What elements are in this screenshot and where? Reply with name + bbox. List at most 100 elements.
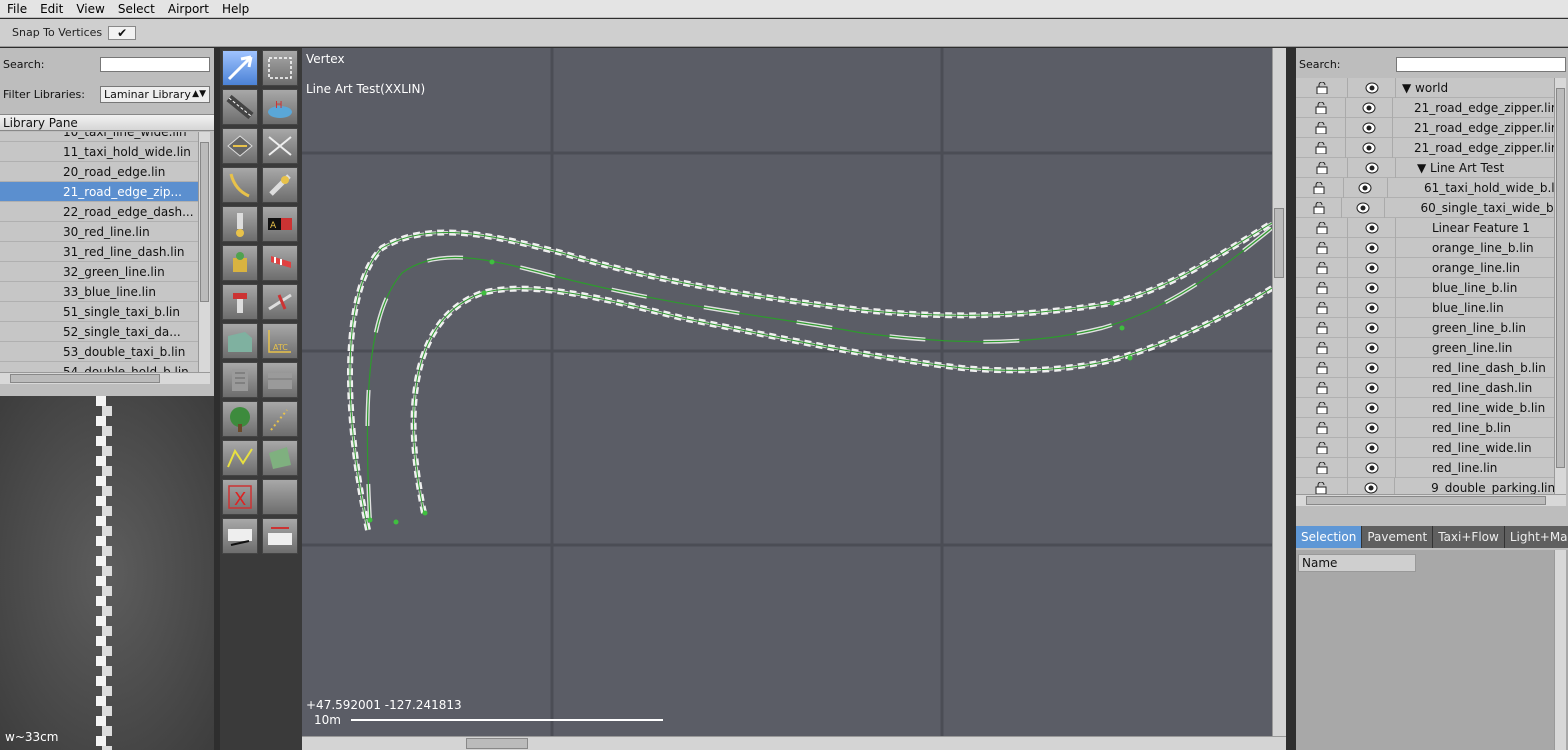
forest-tool-button[interactable] xyxy=(262,362,298,398)
truck-destination-tool-button[interactable] xyxy=(262,518,298,554)
lock-icon[interactable] xyxy=(1296,237,1348,258)
outer-zipper-edge[interactable] xyxy=(346,220,1272,531)
library-item[interactable]: 51_single_taxi_b.lin xyxy=(0,302,198,322)
hierarchy-row[interactable]: red_line_dash.lin xyxy=(1296,377,1554,398)
hierarchy-row[interactable]: 60_single_taxi_wide_b.lin xyxy=(1296,197,1554,218)
hierarchy-row[interactable]: red_line_wide_b.lin xyxy=(1296,397,1554,418)
taxi-sign-tool-button[interactable]: A xyxy=(262,206,298,242)
taxiway-tool-button[interactable] xyxy=(222,128,258,164)
lock-icon[interactable] xyxy=(1296,277,1348,298)
visibility-eye-icon[interactable] xyxy=(1348,377,1396,398)
lock-icon[interactable] xyxy=(1296,417,1348,438)
atc-flow-tool-button[interactable]: ATC xyxy=(262,323,298,359)
visibility-eye-icon[interactable] xyxy=(1348,78,1396,98)
visibility-eye-icon[interactable] xyxy=(1348,157,1396,178)
visibility-eye-icon[interactable] xyxy=(1348,217,1396,238)
menu-view[interactable]: View xyxy=(69,2,110,16)
hierarchy-hscroll-thumb[interactable] xyxy=(1306,496,1546,505)
menu-airport[interactable]: Airport xyxy=(161,2,215,16)
menu-edit[interactable]: Edit xyxy=(33,2,69,16)
building-tool-button[interactable] xyxy=(222,362,258,398)
lock-icon[interactable] xyxy=(1296,457,1348,478)
menu-help[interactable]: Help xyxy=(215,2,255,16)
hierarchy-row[interactable]: 21_road_edge_zipper.lin xyxy=(1296,117,1554,138)
tab-light-markings[interactable]: Light+Markings xyxy=(1504,526,1568,548)
taxiline-tool-button[interactable] xyxy=(222,167,258,203)
vertex-handle[interactable] xyxy=(481,290,487,296)
library-search-input[interactable] xyxy=(100,56,210,72)
visibility-eye-icon[interactable] xyxy=(1348,457,1396,478)
library-item[interactable]: 20_road_edge.lin xyxy=(0,162,198,182)
snap-to-vertices-checkbox[interactable]: ✔ xyxy=(108,25,137,40)
blank-tool-button[interactable] xyxy=(262,479,298,515)
library-item[interactable]: 54_double_hold_b.lin xyxy=(0,362,198,372)
lock-icon[interactable] xyxy=(1296,157,1348,178)
hierarchy-row[interactable]: green_line_b.lin xyxy=(1296,317,1554,338)
center-line[interactable] xyxy=(365,226,1272,521)
map-horizontal-scrollbar[interactable] xyxy=(302,736,1286,750)
hierarchy-horizontal-scrollbar[interactable] xyxy=(1296,494,1566,506)
property-vertical-scrollbar[interactable] xyxy=(1554,550,1566,750)
tower-viewpoint-tool-button[interactable] xyxy=(222,284,258,320)
lock-icon[interactable] xyxy=(1296,217,1348,238)
runway-tool-button[interactable] xyxy=(222,89,258,125)
hierarchy-row[interactable]: 9_double_parking.lin xyxy=(1296,477,1554,494)
visibility-eye-icon[interactable] xyxy=(1348,237,1396,258)
polygon-tool-button[interactable] xyxy=(262,440,298,476)
library-horizontal-scrollbar[interactable] xyxy=(0,372,210,384)
tab-selection[interactable]: Selection xyxy=(1296,526,1363,548)
lock-icon[interactable] xyxy=(1296,117,1347,138)
marquee-tool-button[interactable] xyxy=(262,50,298,86)
facade-tool-button[interactable] xyxy=(222,323,258,359)
hierarchy-row[interactable]: red_line_wide.lin xyxy=(1296,437,1554,458)
hierarchy-row[interactable]: orange_line_b.lin xyxy=(1296,237,1554,258)
visibility-eye-icon[interactable] xyxy=(1346,97,1393,118)
exclusion-tool-button[interactable]: X xyxy=(222,479,258,515)
library-scroll-thumb[interactable] xyxy=(200,142,209,302)
lock-icon[interactable] xyxy=(1296,317,1348,338)
vertex-handle[interactable] xyxy=(1127,355,1133,361)
hierarchy-search-input[interactable] xyxy=(1396,56,1566,72)
library-vertical-scrollbar[interactable] xyxy=(198,132,210,372)
hierarchy-row[interactable]: green_line.lin xyxy=(1296,337,1554,358)
lock-icon[interactable] xyxy=(1296,357,1348,378)
visibility-eye-icon[interactable] xyxy=(1346,137,1393,158)
library-item[interactable]: 30_red_line.lin xyxy=(0,222,198,242)
menu-file[interactable]: File xyxy=(0,2,33,16)
lock-icon[interactable] xyxy=(1296,397,1348,418)
hierarchy-row[interactable]: Linear Feature 1 xyxy=(1296,217,1554,238)
hierarchy-row[interactable]: red_line_b.lin xyxy=(1296,417,1554,438)
visibility-eye-icon[interactable] xyxy=(1348,437,1396,458)
beacon-tool-button[interactable] xyxy=(222,245,258,281)
hierarchy-row[interactable]: red_line.lin xyxy=(1296,457,1554,478)
lock-icon[interactable] xyxy=(1296,97,1347,118)
hierarchy-row[interactable]: ▼ world xyxy=(1296,78,1554,98)
lock-icon[interactable] xyxy=(1296,297,1348,318)
lock-icon[interactable] xyxy=(1296,197,1343,218)
map-vscroll-thumb[interactable] xyxy=(1274,208,1284,278)
visibility-eye-icon[interactable] xyxy=(1348,297,1396,318)
library-item[interactable]: 22_road_edge_dash... xyxy=(0,202,198,222)
line-tool-button[interactable] xyxy=(222,440,258,476)
hierarchy-row[interactable]: 61_taxi_hold_wide_b.lin xyxy=(1296,177,1554,198)
hierarchy-row[interactable]: 21_road_edge_zipper.lin xyxy=(1296,97,1554,118)
library-item[interactable]: 52_single_taxi_da... xyxy=(0,322,198,342)
library-item[interactable]: 10_taxi_line_wide.lin xyxy=(0,132,198,142)
point-string-tool-button[interactable] xyxy=(262,401,298,437)
lock-icon[interactable] xyxy=(1296,337,1348,358)
library-item[interactable]: 32_green_line.lin xyxy=(0,262,198,282)
vertex-handle[interactable] xyxy=(1119,325,1125,331)
library-item[interactable]: 33_blue_line.lin xyxy=(0,282,198,302)
hierarchy-row[interactable]: orange_line.lin xyxy=(1296,257,1554,278)
library-item[interactable]: 11_taxi_hold_wide.lin xyxy=(0,142,198,162)
vertex-handle[interactable] xyxy=(393,519,399,525)
truck-parking-tool-button[interactable] xyxy=(222,518,258,554)
lock-icon[interactable] xyxy=(1296,137,1347,158)
visibility-eye-icon[interactable] xyxy=(1344,177,1389,198)
vertex-handle[interactable] xyxy=(1109,300,1115,306)
library-hscroll-thumb[interactable] xyxy=(10,374,160,383)
vertex-handle[interactable] xyxy=(367,517,373,523)
lock-icon[interactable] xyxy=(1296,477,1348,494)
visibility-eye-icon[interactable] xyxy=(1348,317,1396,338)
tab-pavement[interactable]: Pavement xyxy=(1362,526,1434,548)
